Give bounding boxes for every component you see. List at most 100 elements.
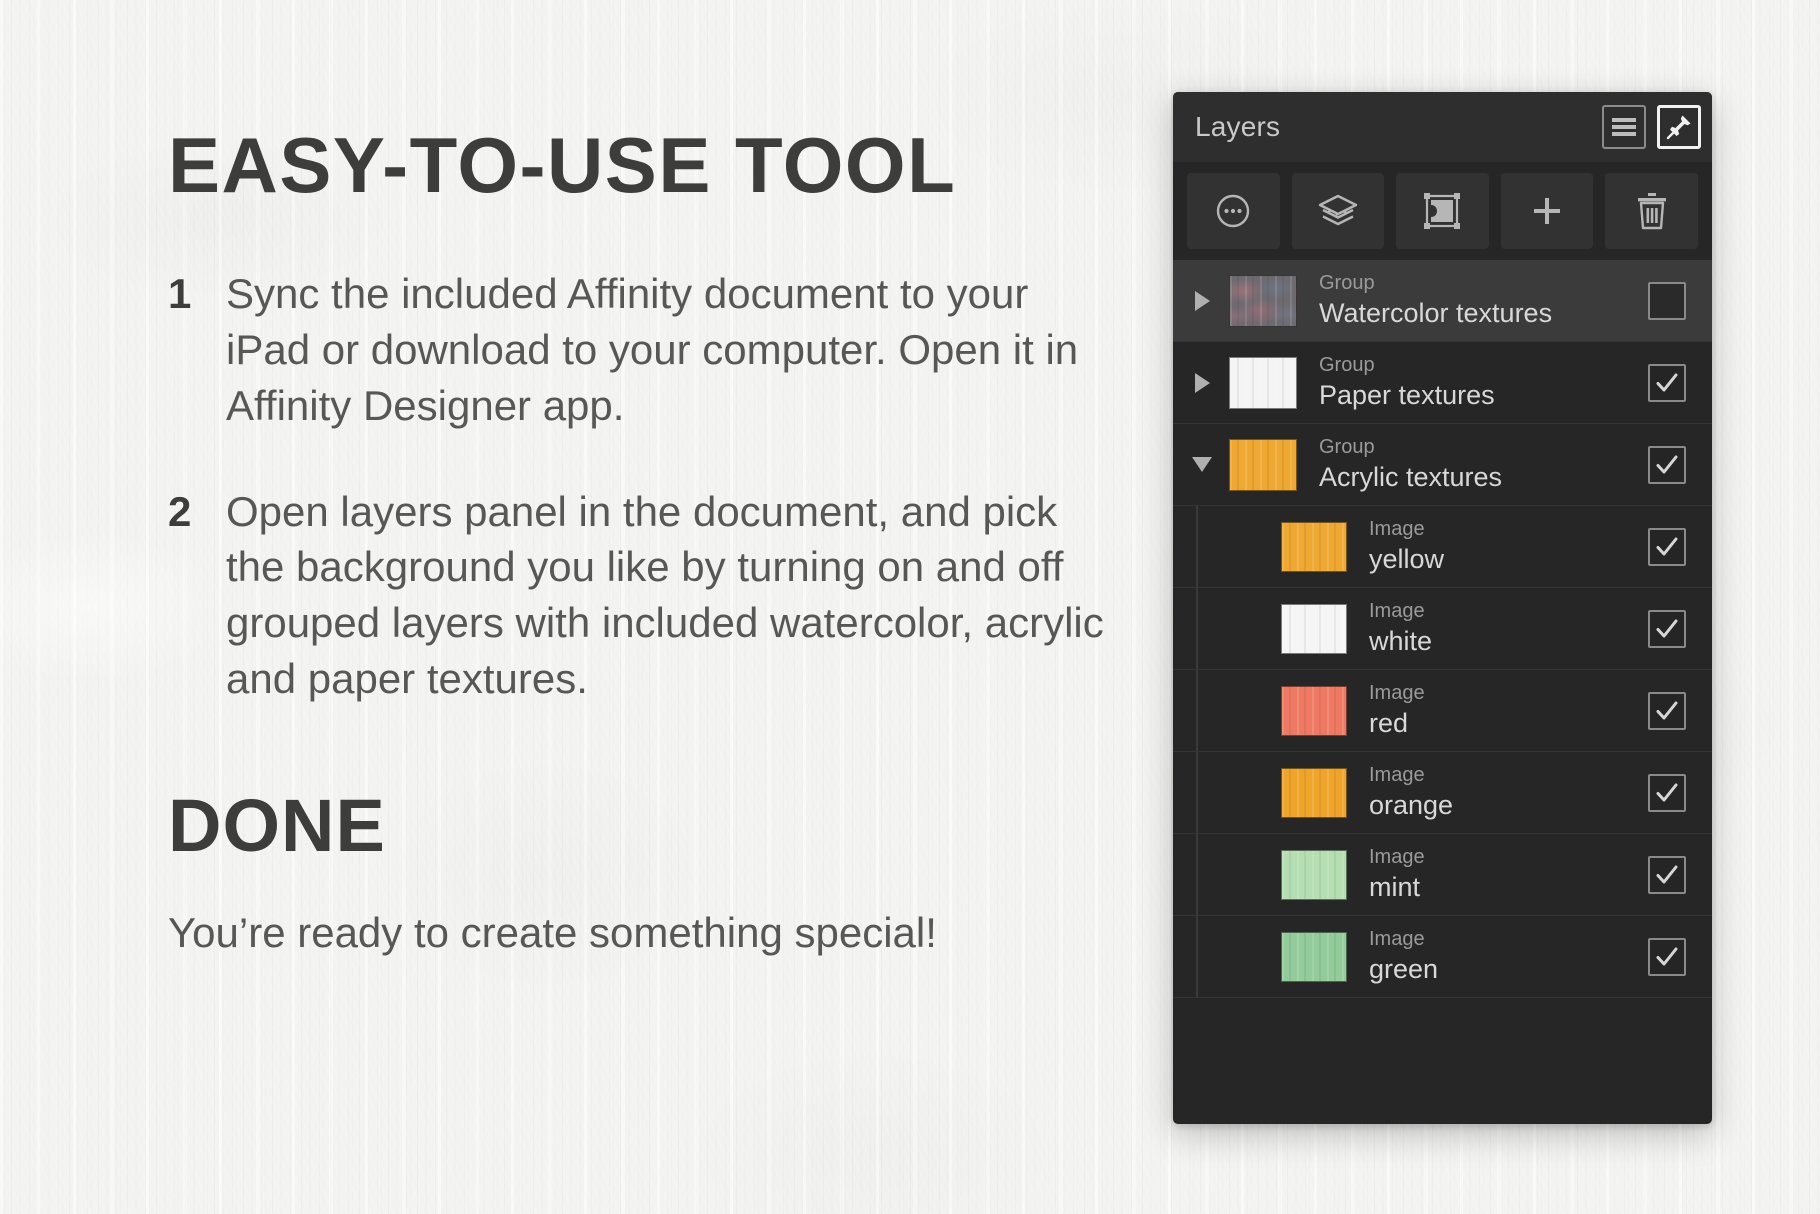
layer-list: Group Watercolor textures Group Paper textu…	[1173, 260, 1712, 998]
table-row[interactable]: Group Paper textures	[1173, 342, 1712, 424]
layer-name: Watercolor textures	[1319, 297, 1553, 328]
step-text: Sync the included Affinity document to y…	[226, 270, 1079, 429]
nesting-guide	[1196, 916, 1198, 997]
panel-title: Layers	[1195, 111, 1281, 142]
table-row[interactable]: Image orange	[1173, 752, 1712, 834]
table-row[interactable]: Image red	[1173, 670, 1712, 752]
table-row[interactable]: Group Acrylic textures	[1173, 424, 1712, 506]
layer-thumbnail	[1281, 931, 1347, 982]
nesting-guide	[1196, 752, 1198, 833]
layer-labels: Image mint	[1369, 846, 1648, 904]
nesting-guide	[1196, 670, 1198, 751]
checkmark-icon	[1656, 373, 1678, 391]
layer-kind: Group	[1319, 271, 1375, 294]
triangle-glyph	[1194, 290, 1210, 311]
thumbnail-texture	[1282, 932, 1346, 981]
table-row[interactable]: Image white	[1173, 588, 1712, 670]
table-row[interactable]: Image yellow	[1173, 506, 1712, 588]
pin-icon[interactable]	[1657, 105, 1701, 149]
visibility-checkbox[interactable]	[1648, 281, 1686, 320]
thumbnail-texture	[1282, 850, 1346, 899]
table-row[interactable]: Group Watercolor textures	[1173, 260, 1712, 342]
layer-labels: Group Paper textures	[1319, 354, 1648, 412]
steps-list: 1 Sync the included Affinity document to…	[168, 266, 1118, 707]
step-number: 1	[168, 270, 192, 317]
checkmark-icon	[1656, 865, 1678, 883]
step-number: 2	[168, 487, 192, 535]
promo-page: EASY-TO-USE TOOL 1 Sync the included Aff…	[0, 0, 1820, 1214]
layer-labels: Image orange	[1369, 764, 1648, 822]
mask-layer-icon[interactable]	[1396, 173, 1489, 249]
panel-header: Layers	[1173, 92, 1712, 162]
layer-kind: Image	[1369, 763, 1425, 786]
thumbnail-texture	[1282, 522, 1346, 571]
layer-kind: Image	[1369, 681, 1425, 704]
layer-labels: Image yellow	[1369, 518, 1648, 576]
layer-thumbnail	[1281, 521, 1347, 572]
visibility-checkbox[interactable]	[1648, 445, 1686, 484]
step-text: Open layers panel in the document, and p…	[226, 487, 1104, 703]
layer-name: Paper textures	[1319, 379, 1495, 410]
layer-kind: Image	[1369, 845, 1425, 868]
thumbnail-texture	[1282, 604, 1346, 653]
table-row[interactable]: Image mint	[1173, 834, 1712, 916]
panel-toolbar	[1173, 162, 1712, 260]
list-item: 2 Open layers panel in the document, and…	[168, 484, 1118, 707]
visibility-checkbox[interactable]	[1648, 363, 1686, 402]
chevron-down-icon[interactable]	[1179, 457, 1225, 472]
triangle-glyph	[1192, 457, 1212, 472]
menu-icon[interactable]	[1602, 105, 1646, 149]
layer-thumbnail	[1281, 685, 1347, 736]
layer-labels: Image green	[1369, 928, 1648, 986]
thumbnail-texture	[1230, 357, 1296, 408]
add-layer-icon[interactable]	[1500, 173, 1594, 249]
checkmark-icon	[1656, 701, 1678, 719]
layer-labels: Group Acrylic textures	[1319, 436, 1648, 494]
layer-kind: Image	[1369, 599, 1425, 622]
checkmark-icon	[1656, 947, 1678, 965]
layer-labels: Image white	[1369, 600, 1648, 658]
layer-kind: Group	[1319, 353, 1375, 376]
layer-thumbnail	[1281, 849, 1347, 900]
list-item: 1 Sync the included Affinity document to…	[168, 266, 1118, 434]
promo-copy: EASY-TO-USE TOOL 1 Sync the included Aff…	[168, 126, 1118, 960]
delete-layer-icon[interactable]	[1605, 173, 1698, 249]
more-options-icon[interactable]	[1187, 173, 1280, 249]
chevron-right-icon[interactable]	[1179, 290, 1225, 311]
thumbnail-texture	[1282, 686, 1346, 735]
layer-thumbnail	[1229, 274, 1297, 327]
checkmark-icon	[1656, 537, 1678, 555]
visibility-checkbox[interactable]	[1648, 609, 1686, 648]
layer-effects-icon[interactable]	[1291, 173, 1385, 249]
visibility-checkbox[interactable]	[1648, 773, 1686, 812]
thumbnail-texture	[1282, 768, 1346, 817]
visibility-checkbox[interactable]	[1648, 691, 1686, 730]
layer-kind: Image	[1369, 517, 1425, 540]
checkmark-icon	[1656, 455, 1678, 473]
page-title: EASY-TO-USE TOOL	[168, 121, 957, 209]
layer-thumbnail	[1281, 767, 1347, 818]
table-row[interactable]: Image green	[1173, 916, 1712, 998]
triangle-glyph	[1194, 372, 1210, 393]
layer-name: yellow	[1369, 543, 1445, 574]
done-heading: DONE	[168, 784, 386, 868]
layer-name: mint	[1369, 871, 1421, 902]
checkmark-icon	[1656, 619, 1678, 637]
layer-kind: Group	[1319, 435, 1375, 458]
nesting-guide	[1196, 588, 1198, 669]
nesting-guide	[1196, 506, 1198, 587]
nesting-guide	[1196, 834, 1198, 915]
visibility-checkbox[interactable]	[1648, 527, 1686, 566]
layer-labels: Image red	[1369, 682, 1648, 740]
visibility-checkbox[interactable]	[1648, 937, 1686, 976]
layers-panel: Layers Group Watercolor textures Group P…	[1173, 92, 1712, 1124]
layer-name: orange	[1369, 789, 1454, 820]
layer-labels: Group Watercolor textures	[1319, 272, 1648, 330]
chevron-right-icon[interactable]	[1179, 372, 1225, 393]
layer-name: Acrylic textures	[1319, 461, 1503, 492]
layer-name: green	[1369, 953, 1439, 984]
thumbnail-texture	[1230, 439, 1296, 490]
visibility-checkbox[interactable]	[1648, 855, 1686, 894]
layer-thumbnail	[1281, 603, 1347, 654]
layer-thumbnail	[1229, 438, 1297, 491]
